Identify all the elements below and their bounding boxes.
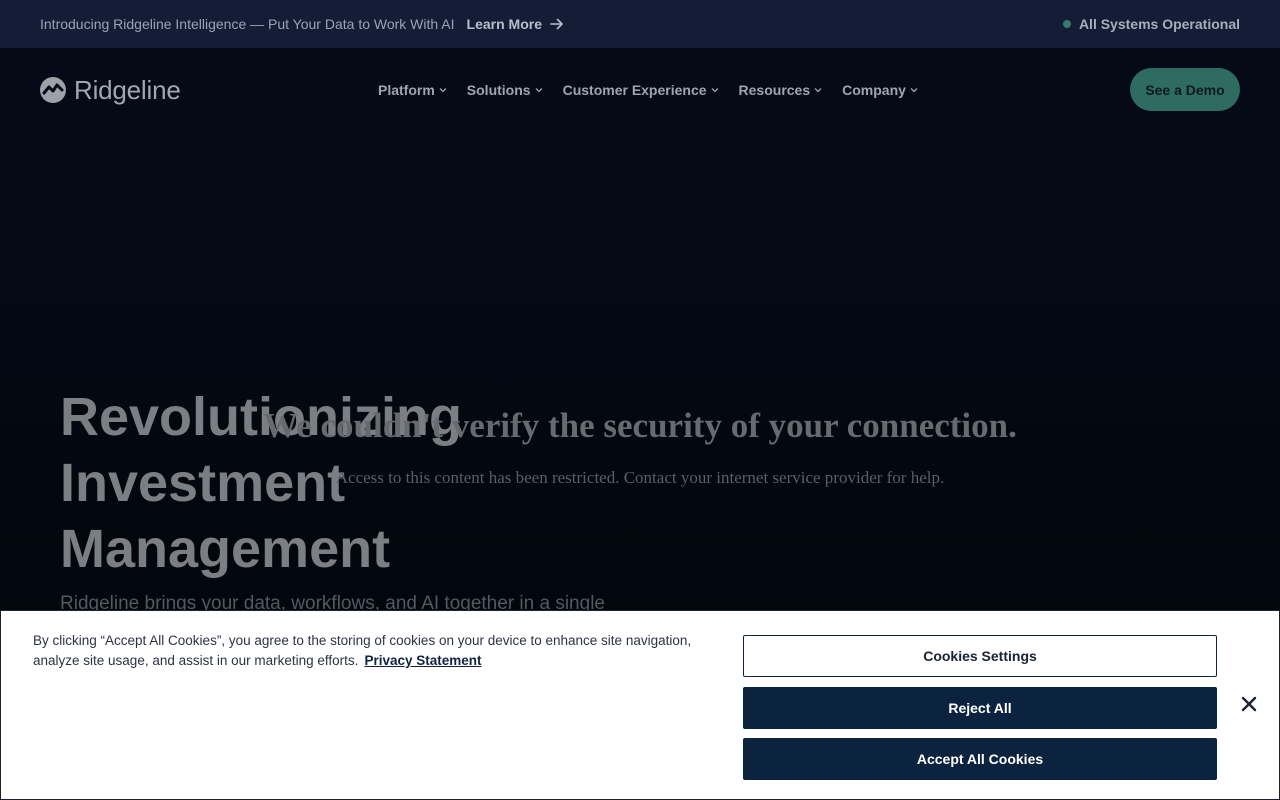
hero-title-line: Management bbox=[60, 519, 391, 579]
ridgeline-logo-icon bbox=[40, 77, 66, 103]
nav-item-solutions[interactable]: Solutions bbox=[467, 82, 543, 98]
nav-item-customer-experience[interactable]: Customer Experience bbox=[563, 82, 719, 98]
status-label: All Systems Operational bbox=[1078, 16, 1240, 32]
see-demo-button[interactable]: See a Demo bbox=[1130, 68, 1240, 111]
status-dot-icon bbox=[1062, 20, 1071, 28]
chevron-down-icon bbox=[535, 88, 543, 93]
announcement-message: Introducing Ridgeline Intelligence — Put… bbox=[40, 16, 455, 32]
announcement-bar: Introducing Ridgeline Intelligence — Put… bbox=[0, 0, 1280, 48]
nav-item-label: Resources bbox=[738, 82, 811, 98]
privacy-statement-link[interactable]: Privacy Statement bbox=[364, 653, 481, 668]
accept-all-cookies-button[interactable]: Accept All Cookies bbox=[743, 738, 1217, 780]
nav-item-label: Company bbox=[842, 82, 906, 98]
cookie-consent-text: By clicking “Accept All Cookies”, you ag… bbox=[33, 631, 693, 671]
brand-logo[interactable]: Ridgeline bbox=[40, 75, 181, 106]
brand-name: Ridgeline bbox=[74, 74, 181, 105]
nav-item-label: Solutions bbox=[466, 82, 531, 98]
nav-item-company[interactable]: Company bbox=[842, 82, 918, 98]
chevron-down-icon bbox=[910, 88, 918, 93]
chevron-down-icon bbox=[439, 88, 447, 93]
chevron-down-icon bbox=[814, 88, 822, 93]
security-block-title: We couldn't verify the security of your … bbox=[263, 406, 1017, 445]
nav-item-platform[interactable]: Platform bbox=[378, 82, 447, 98]
main-nav: Ridgeline Platform Solutions Customer Ex… bbox=[0, 48, 1280, 132]
learn-more-label: Learn More bbox=[466, 16, 542, 32]
nav-item-label: Platform bbox=[378, 82, 435, 98]
nav-item-label: Customer Experience bbox=[562, 82, 707, 98]
cookie-message: By clicking “Accept All Cookies”, you ag… bbox=[33, 633, 692, 668]
chevron-down-icon bbox=[711, 88, 718, 93]
arrow-right-icon bbox=[550, 18, 563, 30]
cookie-banner: By clicking “Accept All Cookies”, you ag… bbox=[0, 610, 1280, 800]
nav-item-resources[interactable]: Resources bbox=[739, 82, 823, 98]
system-status[interactable]: All Systems Operational bbox=[1062, 16, 1240, 32]
reject-all-button[interactable]: Reject All bbox=[743, 687, 1217, 729]
nav-menu: Platform Solutions Customer Experience R… bbox=[378, 48, 918, 132]
close-icon[interactable] bbox=[1239, 694, 1259, 714]
security-block-message: Access to this content has been restrict… bbox=[335, 468, 945, 487]
cookies-settings-button[interactable]: Cookies Settings bbox=[743, 635, 1217, 677]
learn-more-link[interactable]: Learn More bbox=[467, 16, 564, 32]
